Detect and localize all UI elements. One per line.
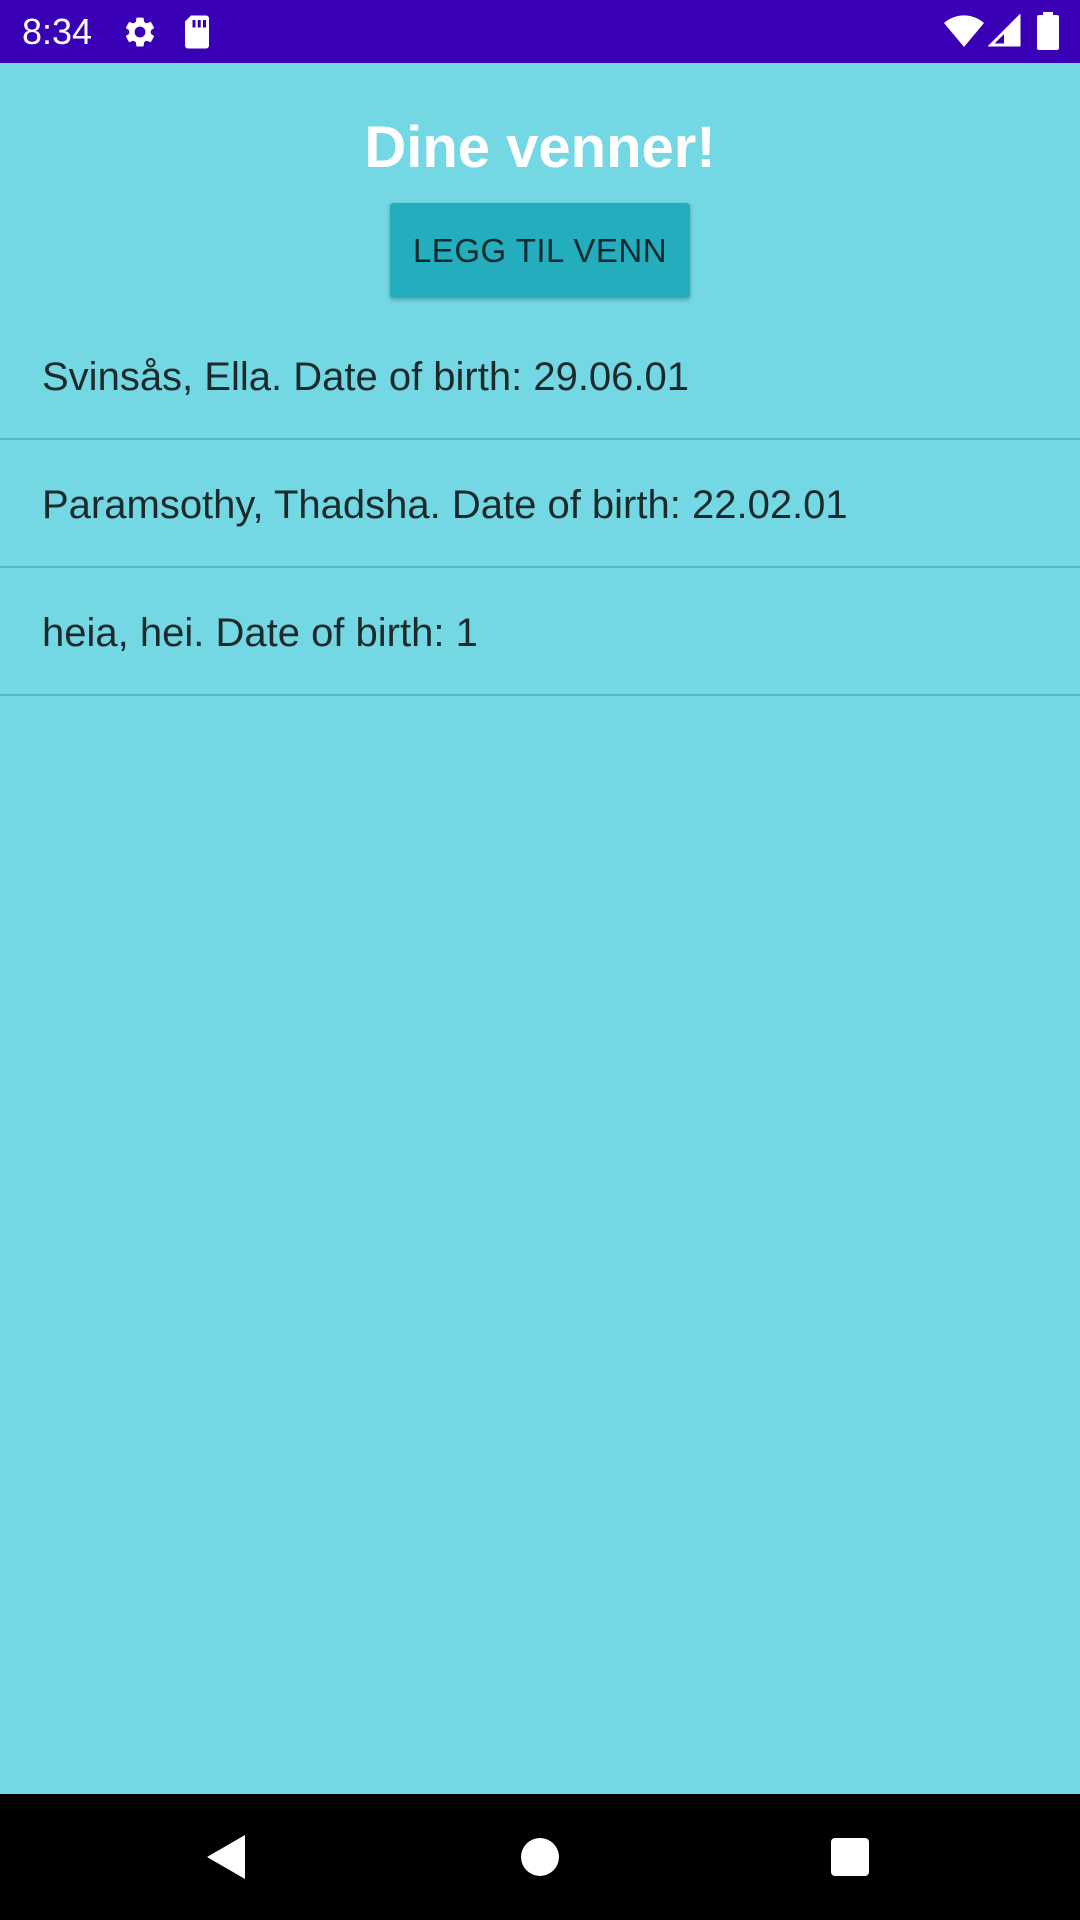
cellular-signal-icon bbox=[988, 14, 1021, 47]
status-time: 8:34 bbox=[22, 11, 93, 52]
back-icon[interactable] bbox=[185, 1817, 265, 1897]
gear-icon bbox=[125, 17, 155, 47]
status-bar: 8:34 bbox=[0, 0, 1080, 63]
friend-list: Svinsås, Ella. Date of birth: 29.06.01 P… bbox=[0, 312, 1080, 696]
wifi-icon bbox=[944, 15, 984, 47]
sd-card-icon bbox=[185, 15, 209, 49]
friend-entry-text: Svinsås, Ella. Date of birth: 29.06.01 bbox=[42, 355, 690, 399]
list-item[interactable]: heia, hei. Date of birth: 1 bbox=[0, 568, 1080, 696]
navigation-bar bbox=[0, 1794, 1080, 1920]
home-icon[interactable] bbox=[500, 1817, 580, 1897]
friend-entry-text: heia, hei. Date of birth: 1 bbox=[42, 611, 478, 655]
recents-icon[interactable] bbox=[810, 1817, 890, 1897]
friends-screen: Dine venner! LEGG TIL VENN Svinsås, Ella… bbox=[0, 63, 1080, 1794]
friend-entry-text: Paramsothy, Thadsha. Date of birth: 22.0… bbox=[42, 483, 848, 527]
list-item[interactable]: Paramsothy, Thadsha. Date of birth: 22.0… bbox=[0, 440, 1080, 568]
battery-icon bbox=[1037, 12, 1059, 50]
page-title: Dine venner! bbox=[364, 115, 716, 180]
list-item[interactable]: Svinsås, Ella. Date of birth: 29.06.01 bbox=[0, 312, 1080, 440]
add-friend-button[interactable]: LEGG TIL VENN bbox=[390, 203, 690, 298]
